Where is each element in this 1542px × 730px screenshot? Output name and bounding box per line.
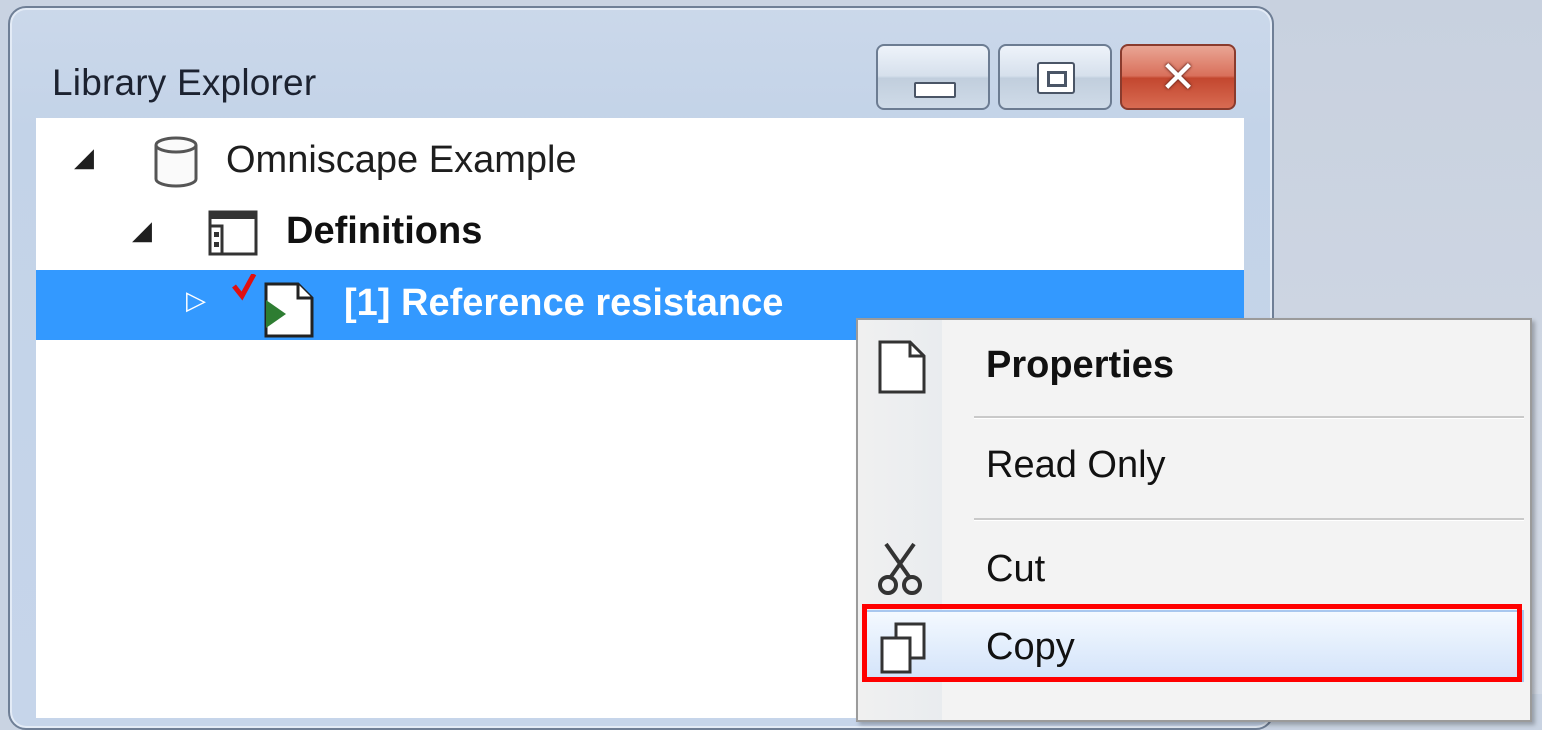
definitions-icon bbox=[206, 208, 260, 265]
minimize-button[interactable] bbox=[876, 44, 990, 110]
document-icon bbox=[876, 338, 928, 401]
menu-item-read-only[interactable]: Read Only bbox=[858, 420, 1528, 516]
collapse-arrow-icon[interactable]: ◢ bbox=[132, 216, 152, 246]
menu-item-cut[interactable]: Cut bbox=[858, 524, 1528, 610]
tree-item-library[interactable]: ◢ Omniscape Example bbox=[36, 125, 1244, 195]
database-icon bbox=[152, 135, 204, 196]
tree-item-label: Omniscape Example bbox=[226, 139, 577, 181]
menu-item-label: Properties bbox=[986, 344, 1174, 386]
expand-arrow-icon[interactable]: ▷ bbox=[186, 286, 206, 316]
tree-item-label: Definitions bbox=[286, 210, 483, 252]
window-title: Library Explorer bbox=[52, 62, 317, 103]
tree-item-definitions[interactable]: ◢ Definitions bbox=[36, 198, 1244, 268]
restore-icon bbox=[1037, 62, 1075, 94]
close-icon: ✕ bbox=[1159, 51, 1197, 103]
restore-button[interactable] bbox=[998, 44, 1112, 110]
copy-highlight-annotation bbox=[862, 604, 1522, 682]
scenario-checked-icon bbox=[232, 272, 322, 343]
menu-item-label: Cut bbox=[986, 548, 1046, 590]
minimize-icon bbox=[914, 82, 956, 98]
menu-separator bbox=[974, 518, 1524, 521]
menu-item-label: Read Only bbox=[986, 444, 1166, 486]
scissors-icon bbox=[876, 540, 926, 601]
collapse-arrow-icon[interactable]: ◢ bbox=[74, 143, 94, 173]
menu-separator bbox=[974, 416, 1524, 419]
close-button[interactable]: ✕ bbox=[1120, 44, 1236, 110]
tree-item-label: [1] Reference resistance bbox=[344, 282, 784, 324]
menu-item-properties[interactable]: Properties bbox=[858, 320, 1528, 416]
